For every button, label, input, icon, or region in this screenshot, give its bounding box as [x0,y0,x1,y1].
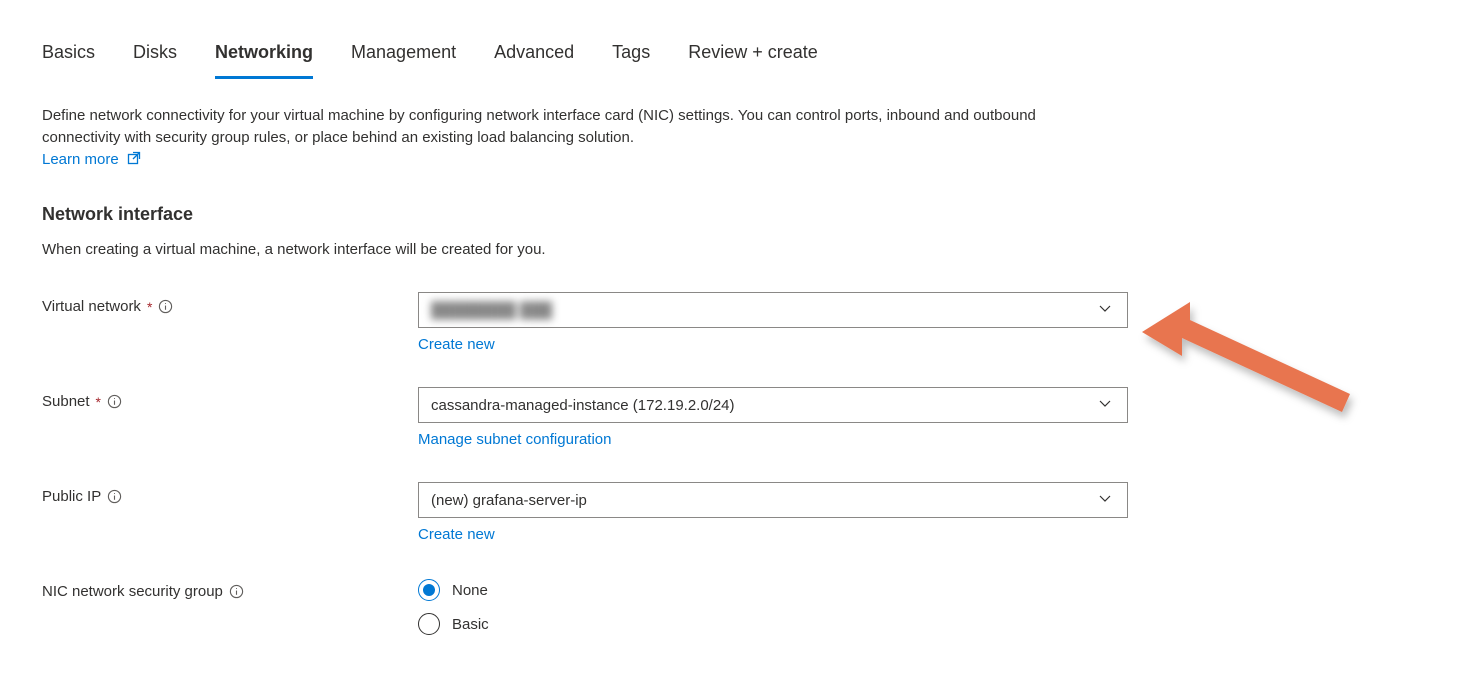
tab-advanced[interactable]: Advanced [494,40,574,79]
label-virtual-network: Virtual network * [42,292,418,315]
chevron-down-icon [1097,395,1113,415]
label-nsg-text: NIC network security group [42,583,223,600]
info-icon[interactable] [229,584,244,599]
label-public-ip: Public IP [42,482,418,505]
chevron-down-icon [1097,300,1113,320]
row-virtual-network: Virtual network * ████████ ███ Create ne… [42,292,1436,353]
link-create-new-public-ip[interactable]: Create new [418,526,495,543]
label-virtual-network-text: Virtual network [42,298,141,315]
label-subnet-text: Subnet [42,393,90,410]
label-subnet: Subnet * [42,387,418,410]
radio-circle [418,579,440,601]
tab-management[interactable]: Management [351,40,456,79]
row-public-ip: Public IP (new) grafana-server-ip Create… [42,482,1436,543]
tab-review-create[interactable]: Review + create [688,40,818,79]
link-create-new-vnet[interactable]: Create new [418,336,495,353]
section-heading-network-interface: Network interface [42,204,1436,225]
dropdown-subnet-value: cassandra-managed-instance (172.19.2.0/2… [431,397,735,414]
row-subnet: Subnet * cassandra-managed-instance (172… [42,387,1436,448]
external-link-icon [127,150,141,172]
label-public-ip-text: Public IP [42,488,101,505]
row-nsg: NIC network security group None Basic [42,577,1436,635]
learn-more-link[interactable]: Learn more [42,151,141,168]
radio-nsg-none[interactable]: None [418,579,1128,601]
dropdown-public-ip[interactable]: (new) grafana-server-ip [418,482,1128,518]
learn-more-label: Learn more [42,151,119,168]
radio-circle [418,613,440,635]
tab-disks[interactable]: Disks [133,40,177,79]
required-asterisk: * [96,394,101,410]
tabs-bar: Basics Disks Networking Management Advan… [42,40,1436,79]
radio-nsg-basic[interactable]: Basic [418,613,1128,635]
networking-description: Define network connectivity for your vir… [42,105,1102,172]
required-asterisk: * [147,299,152,315]
radio-label-none: None [452,582,488,599]
info-icon[interactable] [107,394,122,409]
description-text: Define network connectivity for your vir… [42,107,1036,146]
section-subtext: When creating a virtual machine, a netwo… [42,241,1436,258]
radio-group-nsg: None Basic [418,577,1128,635]
label-nsg: NIC network security group [42,577,418,600]
info-icon[interactable] [107,489,122,504]
link-manage-subnet[interactable]: Manage subnet configuration [418,431,611,448]
tab-networking[interactable]: Networking [215,40,313,79]
tab-tags[interactable]: Tags [612,40,650,79]
dropdown-public-ip-value: (new) grafana-server-ip [431,492,587,509]
chevron-down-icon [1097,490,1113,510]
dropdown-subnet[interactable]: cassandra-managed-instance (172.19.2.0/2… [418,387,1128,423]
info-icon[interactable] [158,299,173,314]
radio-label-basic: Basic [452,616,489,633]
dropdown-virtual-network-value: ████████ ███ [431,302,552,319]
dropdown-virtual-network[interactable]: ████████ ███ [418,292,1128,328]
tab-basics[interactable]: Basics [42,40,95,79]
